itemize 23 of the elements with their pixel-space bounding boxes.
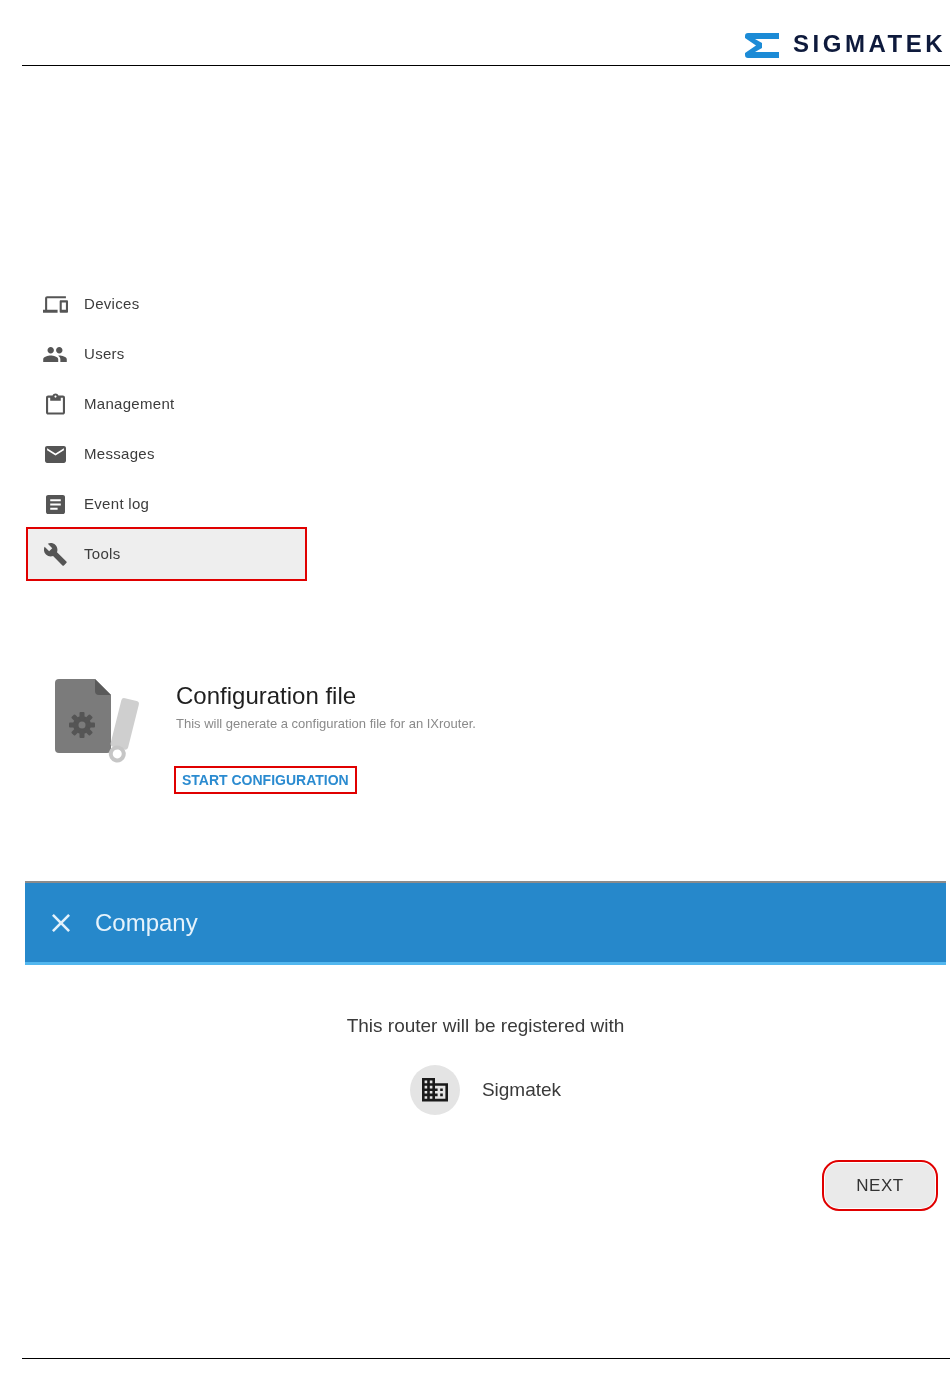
sidebar-item[interactable]: Event log	[28, 479, 305, 529]
sidebar-item[interactable]: Devices	[28, 279, 305, 329]
clipboard-icon	[45, 393, 65, 415]
sidebar-item[interactable]: Management	[28, 379, 305, 429]
start-configuration-button[interactable]: START CONFIGURATION	[176, 768, 355, 792]
company-name: Sigmatek	[481, 1078, 562, 1102]
logo-wordmark: SIGMATEK	[793, 31, 946, 57]
envelope-icon	[44, 445, 66, 463]
dialog-title: Company	[95, 908, 198, 937]
devices-icon	[42, 295, 68, 313]
sidebar-item[interactable]: Messages	[28, 429, 305, 479]
people-icon	[43, 346, 67, 362]
next-button[interactable]: NEXT	[825, 1163, 935, 1208]
building-avatar-icon	[409, 1065, 460, 1115]
logo-mark-icon	[745, 33, 780, 58]
sidebar-item[interactable]: Users	[28, 329, 305, 379]
wrench-icon	[43, 542, 67, 566]
card-title: Configuration file	[176, 682, 357, 710]
document-icon	[45, 494, 65, 514]
card-description: This will generate a configuration file for an IXrouter.	[176, 715, 476, 733]
close-icon[interactable]	[52, 913, 70, 932]
sidebar-item[interactable]: Tools	[28, 529, 305, 579]
dialog-message: This router will be registered with	[346, 1014, 625, 1038]
